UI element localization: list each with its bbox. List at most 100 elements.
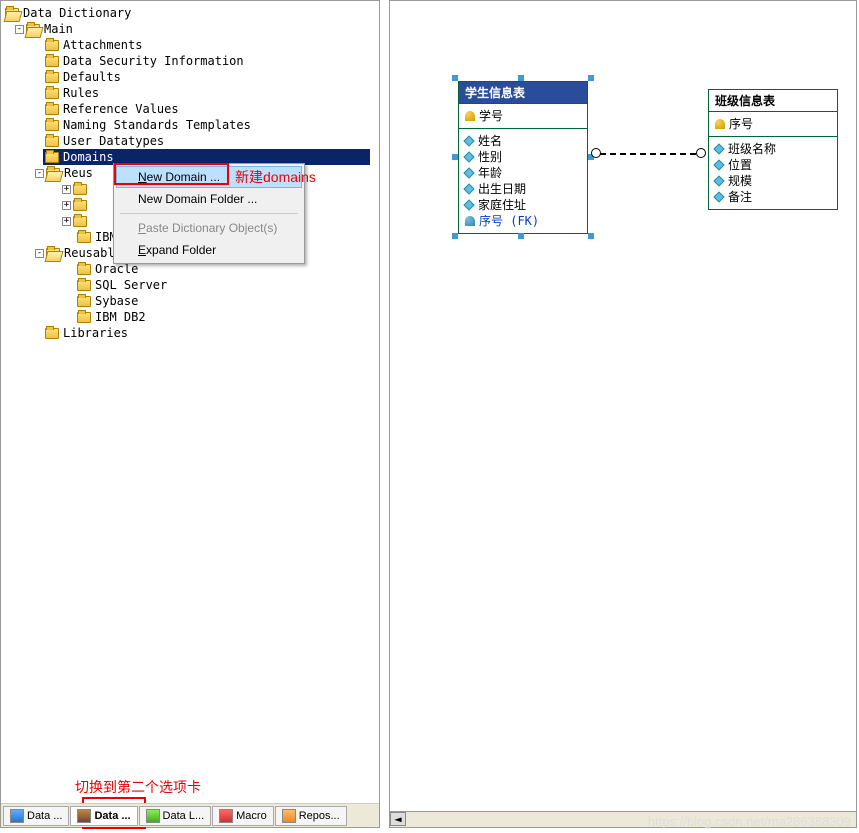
attr-icon — [463, 151, 474, 162]
folder-open-icon — [46, 248, 60, 259]
tree-item[interactable]: IBM DB2 — [3, 309, 377, 325]
entity-body: 姓名 性别 年龄 出生日期 家庭住址 序号 (FK) — [459, 129, 587, 233]
tree-item-label: Reference Values — [63, 101, 179, 117]
resize-handle[interactable] — [452, 233, 458, 239]
tree-item-label: Data Security Information — [63, 53, 244, 69]
tree-item[interactable]: SQL Server — [3, 277, 377, 293]
resize-handle[interactable] — [518, 75, 524, 81]
folder-icon — [45, 40, 59, 51]
attr-icon — [713, 191, 724, 202]
tree-item-label — [91, 213, 98, 229]
entity-pk-col[interactable]: 学号 — [465, 108, 581, 124]
entity-col[interactable]: 姓名 — [465, 133, 581, 149]
tree-item[interactable]: Defaults — [3, 69, 377, 85]
entity-title: 学生信息表 — [459, 82, 587, 104]
resize-handle[interactable] — [588, 233, 594, 239]
folder-icon — [45, 104, 59, 115]
resize-handle[interactable] — [452, 75, 458, 81]
tree-item-label — [91, 197, 98, 213]
folder-icon — [45, 328, 59, 339]
collapse-icon[interactable]: - — [15, 25, 24, 34]
tree-main-label: Main — [44, 21, 73, 37]
col-label: 备注 — [728, 189, 752, 205]
tab-icon — [77, 809, 91, 823]
diagram-canvas[interactable]: 学生信息表 学号 姓名 性别 年龄 出生日期 家庭住址 序号 (FK) 班级信息… — [389, 0, 857, 828]
entity-col[interactable]: 年龄 — [465, 165, 581, 181]
resize-handle[interactable] — [588, 75, 594, 81]
entity-class[interactable]: 班级信息表 序号 班级名称 位置 规模 备注 — [708, 89, 838, 210]
expand-icon[interactable]: + — [62, 185, 71, 194]
entity-col[interactable]: 班级名称 — [715, 141, 831, 157]
entity-col[interactable]: 性别 — [465, 149, 581, 165]
scroll-left-icon[interactable]: ◄ — [390, 812, 406, 826]
ctx-new-domain-folder[interactable]: New Domain Folder ... — [116, 188, 302, 210]
tab-icon — [10, 809, 24, 823]
tree-panel: Data Dictionary - Main Attachments Data … — [0, 0, 380, 828]
folder-icon — [45, 72, 59, 83]
attr-icon — [463, 135, 474, 146]
fk-icon — [465, 216, 475, 226]
tree-item-label: Attachments — [63, 37, 142, 53]
tree-item-label: SQL Server — [95, 277, 167, 293]
entity-col[interactable]: 位置 — [715, 157, 831, 173]
entity-col[interactable]: 规模 — [715, 173, 831, 189]
attr-icon — [463, 167, 474, 178]
col-label: 序号 (FK) — [479, 213, 539, 229]
tab-icon — [219, 809, 233, 823]
folder-icon — [73, 216, 87, 227]
entity-col[interactable]: 出生日期 — [465, 181, 581, 197]
menu-separator — [120, 213, 298, 214]
folder-icon — [73, 184, 87, 195]
tree-item-label: Rules — [63, 85, 99, 101]
attr-icon — [713, 143, 724, 154]
ctx-expand-folder[interactable]: Expand Folder — [116, 239, 302, 261]
resize-handle[interactable] — [518, 233, 524, 239]
col-label: 性别 — [478, 149, 502, 165]
entity-pk-col[interactable]: 序号 — [715, 116, 831, 132]
folder-icon — [45, 120, 59, 131]
collapse-icon[interactable]: - — [35, 249, 44, 258]
expand-icon[interactable]: + — [62, 217, 71, 226]
tree-item[interactable]: Attachments — [3, 37, 377, 53]
col-label: 班级名称 — [728, 141, 776, 157]
tree-main[interactable]: - Main — [3, 21, 377, 37]
annotation-new-domain: 新建domains — [235, 167, 316, 187]
tree-item[interactable]: User Datatypes — [3, 133, 377, 149]
key-icon — [465, 111, 475, 121]
folder-icon — [45, 136, 59, 147]
relationship-line[interactable] — [600, 153, 696, 155]
entity-pk-section: 序号 — [709, 112, 837, 137]
tree-item[interactable]: Reference Values — [3, 101, 377, 117]
entity-student[interactable]: 学生信息表 学号 姓名 性别 年龄 出生日期 家庭住址 序号 (FK) — [458, 81, 588, 234]
folder-open-icon — [46, 168, 60, 179]
ctx-label: Paste Dictionary Object(s) — [138, 221, 277, 235]
tree-libraries[interactable]: Libraries — [3, 325, 377, 341]
tab-data-1[interactable]: Data ... — [3, 806, 69, 826]
relationship-endpoint[interactable] — [591, 148, 601, 158]
tab-macro[interactable]: Macro — [212, 806, 274, 826]
folder-open-icon — [26, 24, 40, 35]
relationship-endpoint[interactable] — [696, 148, 706, 158]
tree-item[interactable]: Rules — [3, 85, 377, 101]
entity-col[interactable]: 备注 — [715, 189, 831, 205]
tab-icon — [146, 809, 160, 823]
tab-repos[interactable]: Repos... — [275, 806, 347, 826]
attr-icon — [713, 159, 724, 170]
attr-icon — [463, 199, 474, 210]
collapse-icon[interactable]: - — [35, 169, 44, 178]
folder-icon — [77, 296, 91, 307]
expand-icon[interactable]: + — [62, 201, 71, 210]
entity-col[interactable]: 家庭住址 — [465, 197, 581, 213]
entity-fk-col[interactable]: 序号 (FK) — [465, 213, 581, 229]
tree-item[interactable]: Sybase — [3, 293, 377, 309]
resize-handle[interactable] — [452, 154, 458, 160]
tree-item[interactable]: Naming Standards Templates — [3, 117, 377, 133]
folder-open-icon — [5, 8, 19, 19]
tab-data-2[interactable]: Data ... — [70, 806, 137, 826]
tree-item[interactable]: Data Security Information — [3, 53, 377, 69]
tree-root[interactable]: Data Dictionary — [3, 5, 377, 21]
tab-data-l[interactable]: Data L... — [139, 806, 212, 826]
col-label: 出生日期 — [478, 181, 526, 197]
watermark: https://blog.csdn.net/ma286388309 — [648, 814, 851, 829]
tab-label: Data L... — [163, 810, 205, 822]
